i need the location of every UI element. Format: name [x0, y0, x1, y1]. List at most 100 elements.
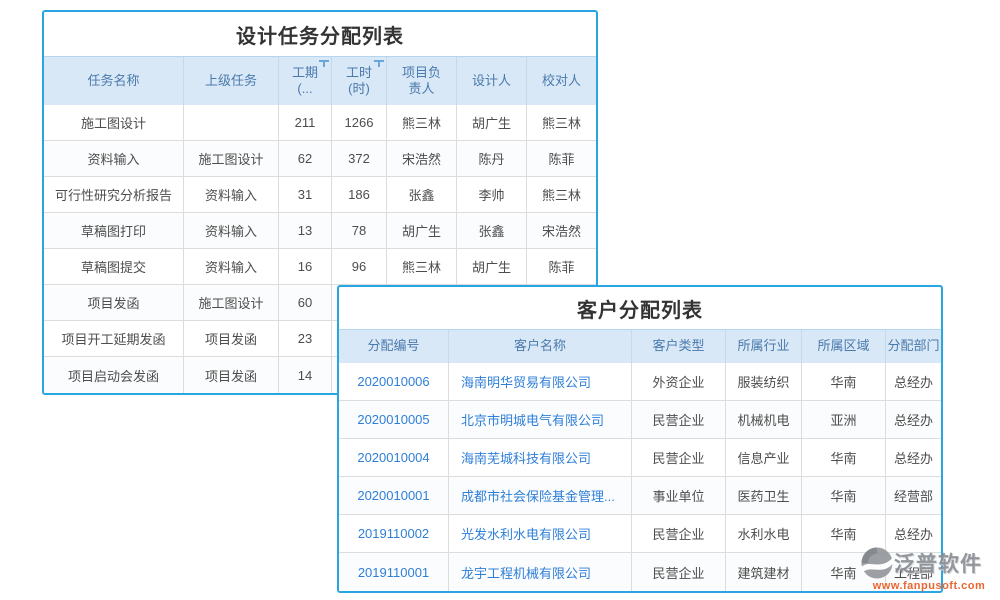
cell: 水利水电 — [726, 515, 802, 553]
cell: 张鑫 — [457, 213, 527, 249]
cell: 经营部 — [886, 477, 941, 515]
cell: 亚洲 — [802, 401, 886, 439]
cell: 31 — [279, 177, 332, 213]
cell: 211 — [279, 105, 332, 141]
cell: 总经办 — [886, 363, 941, 401]
assignment-id-link[interactable]: 2019110002 — [339, 515, 449, 553]
cell: 62 — [279, 141, 332, 177]
cell: 华南 — [802, 439, 886, 477]
cell: 民营企业 — [632, 515, 726, 553]
cell: 建筑建材 — [726, 553, 802, 591]
customer-name-link[interactable]: 光发水利水电有限公司 — [449, 515, 632, 553]
column-header-label: 所属行业 — [737, 338, 789, 354]
column-header-label: 分配编号 — [367, 338, 419, 354]
column-handle-icon — [319, 60, 329, 67]
column-header[interactable]: 所属行业 — [726, 330, 802, 363]
cell: 372 — [332, 141, 387, 177]
column-header[interactable]: 上级任务 — [184, 57, 279, 105]
table-row[interactable]: 2020010004海南芜城科技有限公司民营企业信息产业华南总经办 — [339, 439, 941, 477]
cell: 工程部 — [886, 553, 941, 591]
cell: 项目发函 — [44, 285, 184, 321]
cell: 13 — [279, 213, 332, 249]
column-header-label: 客户名称 — [514, 338, 566, 354]
customer-assignment-panel: 客户分配列表 分配编号客户名称客户类型所属行业所属区域分配部门 20200100… — [337, 285, 943, 593]
cell: 资料输入 — [184, 177, 279, 213]
table-row[interactable]: 2020010001成都市社会保险基金管理...事业单位医药卫生华南经营部 — [339, 477, 941, 515]
column-header-label: 客户类型 — [652, 338, 704, 354]
column-header[interactable]: 工时 (时) — [332, 57, 387, 105]
table-row[interactable]: 可行性研究分析报告资料输入31186张鑫李帅熊三林 — [44, 177, 596, 213]
column-header-label: 分配部门 — [887, 338, 939, 354]
cell: 华南 — [802, 363, 886, 401]
cell: 项目启动会发函 — [44, 357, 184, 393]
column-header[interactable]: 项目负 责人 — [387, 57, 457, 105]
cell: 186 — [332, 177, 387, 213]
cell: 华南 — [802, 515, 886, 553]
cell: 宋浩然 — [387, 141, 457, 177]
cell: 60 — [279, 285, 332, 321]
customer-assignment-body: 2020010006海南明华贸易有限公司外资企业服装纺织华南总经办2020010… — [339, 363, 941, 591]
column-header[interactable]: 分配编号 — [339, 330, 449, 363]
column-handle-icon — [374, 60, 384, 67]
cell: 资料输入 — [184, 213, 279, 249]
customer-name-link[interactable]: 成都市社会保险基金管理... — [449, 477, 632, 515]
column-header[interactable]: 设计人 — [457, 57, 527, 105]
table-row[interactable]: 资料输入施工图设计62372宋浩然陈丹陈菲 — [44, 141, 596, 177]
cell: 14 — [279, 357, 332, 393]
cell: 施工图设计 — [44, 105, 184, 141]
column-header-label: 工期 (... — [292, 65, 318, 98]
column-header[interactable]: 所属区域 — [802, 330, 886, 363]
cell: 78 — [332, 213, 387, 249]
table-row[interactable]: 草稿图打印资料输入1378胡广生张鑫宋浩然 — [44, 213, 596, 249]
table-row[interactable]: 草稿图提交资料输入1696熊三林胡广生陈菲 — [44, 249, 596, 285]
cell: 总经办 — [886, 401, 941, 439]
column-header[interactable]: 工期 (... — [279, 57, 332, 105]
cell: 16 — [279, 249, 332, 285]
customer-name-link[interactable]: 北京市明城电气有限公司 — [449, 401, 632, 439]
column-header[interactable]: 客户名称 — [449, 330, 632, 363]
column-header[interactable]: 分配部门 — [886, 330, 941, 363]
cell: 医药卫生 — [726, 477, 802, 515]
cell: 资料输入 — [184, 249, 279, 285]
cell: 张鑫 — [387, 177, 457, 213]
assignment-id-link[interactable]: 2019110001 — [339, 553, 449, 591]
cell: 华南 — [802, 553, 886, 591]
assignment-id-link[interactable]: 2020010004 — [339, 439, 449, 477]
cell: 施工图设计 — [184, 141, 279, 177]
assignment-id-link[interactable]: 2020010005 — [339, 401, 449, 439]
assignment-id-link[interactable]: 2020010001 — [339, 477, 449, 515]
column-header-label: 校对人 — [542, 73, 581, 89]
cell: 机械机电 — [726, 401, 802, 439]
table-row[interactable]: 2019110002光发水利水电有限公司民营企业水利水电华南总经办 — [339, 515, 941, 553]
customer-name-link[interactable]: 海南芜城科技有限公司 — [449, 439, 632, 477]
cell: 熊三林 — [387, 105, 457, 141]
cell: 总经办 — [886, 439, 941, 477]
cell: 胡广生 — [387, 213, 457, 249]
customer-name-link[interactable]: 龙宇工程机械有限公司 — [449, 553, 632, 591]
table-row[interactable]: 2020010005北京市明城电气有限公司民营企业机械机电亚洲总经办 — [339, 401, 941, 439]
cell: 胡广生 — [457, 105, 527, 141]
column-header[interactable]: 校对人 — [527, 57, 596, 105]
table-row[interactable]: 施工图设计2111266熊三林胡广生熊三林 — [44, 105, 596, 141]
cell: 华南 — [802, 477, 886, 515]
design-task-header-row: 任务名称 上级任务工期 (... 工时 (时) 项目负 责人 设计人 校对人 — [44, 56, 596, 105]
column-header-label: 工时 (时) — [346, 65, 372, 98]
cell: 民营企业 — [632, 553, 726, 591]
cell: 宋浩然 — [527, 213, 596, 249]
table-row[interactable]: 2019110001龙宇工程机械有限公司民营企业建筑建材华南工程部 — [339, 553, 941, 591]
cell: 陈菲 — [527, 141, 596, 177]
column-header-label: 任务名称 — [87, 73, 139, 89]
table-row[interactable]: 2020010006海南明华贸易有限公司外资企业服装纺织华南总经办 — [339, 363, 941, 401]
column-header-label: 项目负 责人 — [402, 65, 441, 98]
cell: 草稿图打印 — [44, 213, 184, 249]
cell: 23 — [279, 321, 332, 357]
cell: 李帅 — [457, 177, 527, 213]
cell: 项目发函 — [184, 357, 279, 393]
column-header[interactable]: 任务名称 — [44, 57, 184, 105]
column-header-label: 设计人 — [472, 73, 511, 89]
cell: 熊三林 — [527, 177, 596, 213]
cell: 信息产业 — [726, 439, 802, 477]
assignment-id-link[interactable]: 2020010006 — [339, 363, 449, 401]
column-header[interactable]: 客户类型 — [632, 330, 726, 363]
customer-name-link[interactable]: 海南明华贸易有限公司 — [449, 363, 632, 401]
